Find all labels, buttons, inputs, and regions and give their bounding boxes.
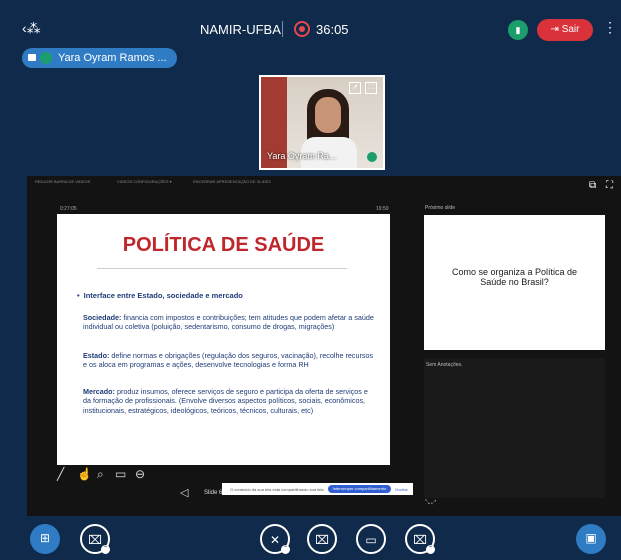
title-divider [282, 21, 283, 37]
camera-options-icon[interactable]: ⌃ [101, 545, 110, 554]
pointer-icon[interactable]: ☝ [77, 467, 92, 481]
next-slide-preview: Como se organiza a Política de Saúde no … [424, 215, 605, 350]
popout-presentation-icon[interactable]: ⧉ [589, 180, 596, 191]
camera-toggle-button[interactable]: ⌧ ⌃ [80, 524, 110, 554]
leave-button[interactable]: ⇥ Sair [537, 19, 593, 41]
elapsed-time: 0:27:05 [60, 206, 77, 212]
slide-bullet: Interface entre Estado, sociedade e merc… [77, 291, 243, 300]
paragraph-label: Mercado: [83, 387, 115, 396]
apps-button[interactable]: ⊞ [30, 524, 60, 554]
expand-icon[interactable]: ⤡ ⤢ [425, 500, 436, 507]
more-vertical-icon[interactable]: ⋮ [603, 19, 617, 36]
slide-title: POLÍTICA DE SAÚDE [122, 234, 325, 256]
present-icon: ▭ [365, 533, 377, 547]
slide-paragraph-estado: Estado: define normas e obrigações (regu… [83, 351, 375, 370]
chat-button[interactable]: ▣ [576, 524, 606, 554]
paragraph-label: Estado: [83, 351, 110, 360]
webcam-name: Yara Oyram Ra... [267, 151, 337, 161]
mic-toggle-button[interactable]: ✕ ⌃ [260, 524, 290, 554]
toolbar-item-video-settings[interactable]: VIDEOS CONFIGURAÇÕES ▾ [117, 179, 172, 184]
paragraph-text: produz insumos, oferece serviços de segu… [83, 387, 368, 415]
minus-circle-icon[interactable]: ⊖ [135, 467, 145, 481]
recording-icon[interactable] [294, 21, 310, 37]
fullscreen-presentation-icon[interactable]: ⛶ [606, 180, 613, 191]
speaker-notes: Sem Anotações. [424, 358, 605, 498]
popout-icon[interactable]: ↗ [349, 82, 361, 94]
meeting-title: NAMIR-UFBA [200, 22, 281, 37]
mic-off-icon: ✕ [269, 533, 281, 547]
screen-icon[interactable]: ▭ [115, 467, 126, 481]
clock: 19:50 [376, 206, 389, 212]
leave-button-label: Sair [561, 24, 580, 35]
webcam-tile[interactable]: ↗ ⛶ Yara Oyram Ra... [259, 75, 385, 170]
toolbar-item-reduce[interactable]: REDUZIR BARRA DE VIDEOS [35, 179, 90, 184]
slide-number: Slide 6 [204, 490, 223, 496]
slide-paragraph-sociedade: Sociedade: financia com impostos e contr… [83, 313, 375, 332]
slide-title-rule [97, 268, 347, 269]
chat-icon: ▣ [585, 531, 597, 545]
prev-slide-icon[interactable]: ◁ [180, 486, 188, 499]
signal-icon[interactable]: ▮ [508, 20, 528, 40]
pen-icon[interactable]: ╱ [57, 467, 64, 481]
webcam-mic-icon [367, 152, 377, 162]
toolbar-item-end-presentation[interactable]: ENCERRAR APRESENTAÇÃO DE SLIDES [193, 179, 271, 184]
stop-sharing-button[interactable]: Interromper compartilhamento [328, 485, 391, 493]
mic-options-icon[interactable]: ⌃ [281, 545, 290, 554]
chat-bubble-icon [28, 54, 36, 61]
paragraph-text: define normas e obrigações (regulação do… [83, 351, 374, 370]
paragraph-label: Sociedade: [83, 313, 122, 322]
apps-icon: ⊞ [39, 531, 51, 545]
presenter-name: Yara Oyram Ramos ... [58, 52, 167, 64]
next-slide-text: Como se organiza a Política de Saúde no … [451, 267, 578, 287]
video-off-icon: ⌧ [315, 533, 329, 547]
hide-banner-link[interactable]: Ocultar [395, 487, 408, 492]
mic-on-icon [40, 52, 52, 64]
share-banner: O conteúdo da sua tela está compartilhan… [222, 483, 413, 495]
share-options-icon[interactable]: ⌃ [426, 545, 435, 554]
top-bar [0, 0, 621, 80]
paragraph-text: financia com impostos e contribuições; t… [83, 313, 374, 332]
video-toggle-button[interactable]: ⌧ [307, 524, 337, 554]
share-banner-text: O conteúdo da sua tela está compartilhan… [230, 487, 324, 492]
zoom-icon[interactable]: ⌕ [97, 467, 104, 482]
back-arrow-icon[interactable]: ‹⁂ [22, 20, 41, 37]
webcam-person-face [315, 97, 341, 133]
camera-off-icon: ⌧ [413, 533, 427, 547]
fullscreen-icon[interactable]: ⛶ [365, 82, 377, 94]
camera-share-button[interactable]: ⌧ ⌃ [405, 524, 435, 554]
next-slide-label: Próximo slide [425, 205, 456, 211]
notes-text: Sem Anotações. [426, 362, 463, 368]
recording-timer: 36:05 [316, 22, 349, 37]
slide-paragraph-mercado: Mercado: produz insumos, oferece serviço… [83, 387, 375, 415]
screen-share-button[interactable]: ▭ [356, 524, 386, 554]
webcam-resize-handle[interactable] [309, 168, 331, 170]
presenter-pill[interactable]: Yara Oyram Ramos ... [22, 48, 177, 68]
camera-off-icon: ⌧ [88, 533, 102, 547]
current-slide: POLÍTICA DE SAÚDE Interface entre Estado… [57, 214, 390, 465]
